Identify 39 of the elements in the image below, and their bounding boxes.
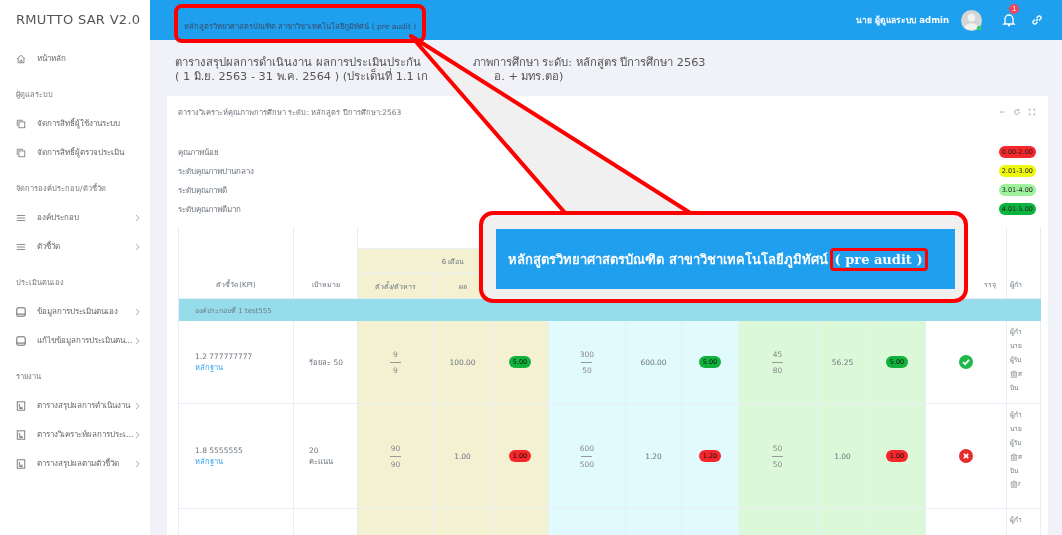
app-logo: RMUTTO SAR V2.0 — [15, 11, 142, 29]
home-icon — [16, 53, 26, 64]
sidebar-item[interactable]: ตารางสรุปผลการดำเนินงาน — [0, 391, 150, 420]
building-icon — [1010, 453, 1018, 461]
sidebar-item[interactable]: องค์ประกอบ — [0, 203, 150, 232]
legend-label: ระดับคุณภาพดี — [178, 184, 227, 197]
copy-icon — [16, 147, 26, 158]
link-icon[interactable] — [1030, 13, 1044, 27]
page-subtitle: อ. + มทร.ตอ) — [494, 70, 564, 84]
sidebar-item[interactable]: จัดการสิทธิ์ผู้ตรวจประเมิน — [0, 138, 150, 167]
minimize-icon[interactable] — [998, 108, 1006, 116]
menu-icon — [16, 241, 26, 252]
avatar-icon[interactable] — [961, 9, 982, 31]
sidebar-item[interactable]: ตารางสรุปผลตามตัวชี้วัด — [0, 449, 150, 478]
legend-label: ระดับคุณภาพดีมาก — [178, 203, 241, 216]
callout-highlight: ( pre audit ) — [829, 247, 928, 271]
sidebar-item[interactable]: ตัวชี้วัด — [0, 232, 150, 261]
legend-label: คุณภาพน้อย — [178, 146, 219, 159]
copy-icon — [16, 118, 26, 129]
legend-label: ระดับคุณภาพปานกลาง — [178, 165, 254, 178]
sidebar-item[interactable]: ตารางวิเคราะห์ผลการประเ... — [0, 420, 150, 449]
sidebar-item[interactable]: ข้อมูลการประเมินตนเอง — [0, 297, 150, 326]
sidebar-item[interactable]: หน้าหลัก — [0, 44, 150, 73]
sidebar-item[interactable]: แก้ไขข้อมูลการประเมินตน... — [0, 326, 150, 355]
fullscreen-icon[interactable] — [1028, 108, 1036, 116]
page-title: ตารางสรุปผลการดำเนินงาน ผลการประเมินประกัน — [175, 56, 421, 69]
notification-bell-icon[interactable] — [1002, 13, 1016, 27]
report-icon — [16, 429, 26, 440]
sidebar-item[interactable]: จัดการสิทธิ์ผู้ใช้งานระบบ — [0, 109, 150, 138]
page-title: ภาพการศึกษา ระดับ: หลักสูตร ปีการศึกษา 2563 — [472, 56, 706, 70]
page-subtitle: ( 1 มิ.ย. 2563 - 31 พ.ค. 2564 ) (ประเด็นที่ 1.1 เก — [175, 70, 429, 84]
report-icon — [16, 400, 26, 411]
refresh-icon[interactable] — [1013, 108, 1021, 116]
building-icon — [1010, 370, 1018, 378]
building-icon — [1010, 480, 1018, 488]
tablet-icon — [16, 306, 26, 317]
menu-icon — [16, 212, 26, 223]
tablet-icon — [16, 335, 26, 346]
report-icon — [16, 458, 26, 469]
